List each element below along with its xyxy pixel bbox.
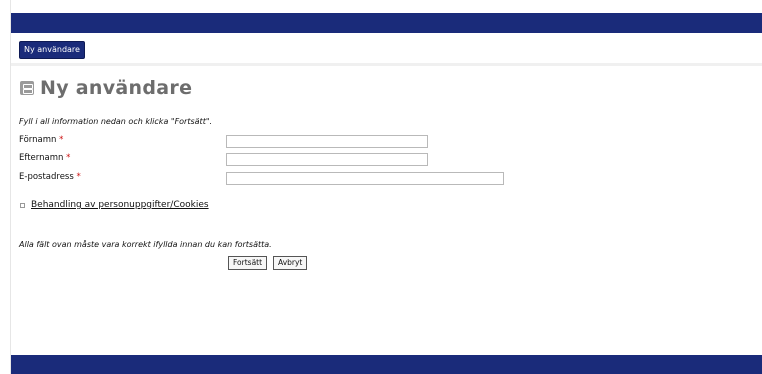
lastname-required-marker: * bbox=[66, 153, 71, 163]
privacy-cookies-link[interactable]: Behandling av personuppgifter/Cookies bbox=[31, 200, 209, 210]
page-title: Ny användare bbox=[20, 77, 192, 99]
firstname-required-marker: * bbox=[59, 135, 64, 145]
email-field[interactable] bbox=[226, 172, 504, 185]
square-bullet-icon bbox=[20, 202, 25, 208]
breadcrumb-new-user-button[interactable]: Ny användare bbox=[19, 41, 85, 59]
lastname-label: Efternamn bbox=[19, 153, 64, 163]
footer-bar bbox=[11, 355, 762, 374]
firstname-label: Förnamn bbox=[19, 135, 57, 145]
firstname-row: Förnamn * bbox=[19, 135, 63, 145]
breadcrumb-area bbox=[11, 33, 762, 66]
firstname-field[interactable] bbox=[226, 135, 428, 148]
email-required-marker: * bbox=[76, 172, 81, 182]
form-intro-text: Fyll i all information nedan och klicka … bbox=[19, 117, 213, 126]
top-header-bar bbox=[11, 13, 762, 33]
privacy-link-row: Behandling av personuppgifter/Cookies bbox=[20, 200, 209, 210]
page-title-text: Ny användare bbox=[40, 77, 193, 99]
continue-button[interactable]: Fortsätt bbox=[228, 256, 268, 270]
cancel-button[interactable]: Avbryt bbox=[273, 256, 308, 270]
user-card-icon bbox=[20, 81, 34, 95]
lastname-row: Efternamn * bbox=[19, 153, 70, 163]
email-label: E-postadress bbox=[19, 172, 74, 182]
lastname-field[interactable] bbox=[226, 153, 428, 166]
validation-note: Alla fält ovan måste vara korrekt ifylld… bbox=[19, 240, 272, 249]
email-row: E-postadress * bbox=[19, 172, 81, 182]
